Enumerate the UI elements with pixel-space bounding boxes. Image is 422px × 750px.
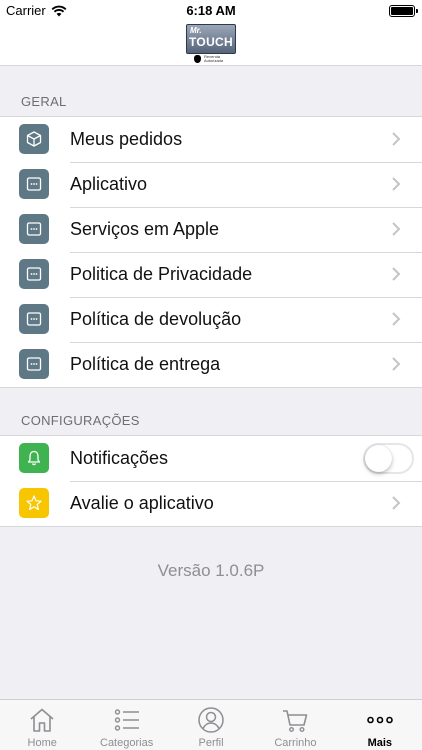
mr-touch-logo: Mr. TOUCH Revenda Autorizada	[186, 24, 236, 64]
menu-item-notificacoes: Notificações	[0, 436, 422, 481]
chevron-right-icon	[392, 132, 401, 146]
menu-item-label: Avalie o aplicativo	[70, 493, 214, 513]
logo-touch-text: TOUCH	[189, 35, 233, 49]
app-version: Versão 1.0.6P	[157, 561, 265, 580]
logo-caption: Revenda Autorizada	[204, 54, 224, 63]
tab-categorias[interactable]: Categorias	[84, 700, 168, 750]
menu-item-politica-devolucao[interactable]: Política de devolução	[0, 297, 422, 342]
tab-label: Carrinho	[274, 737, 317, 749]
tab-bar: Home Categorias Perfil Carrinho Mais	[0, 699, 422, 750]
list-icon	[114, 709, 139, 731]
menu-item-label: Política de devolução	[70, 309, 242, 329]
menu-item-politica-privacidade[interactable]: Politica de Privacidade	[0, 252, 422, 297]
menu-item-label: Politica de Privacidade	[70, 264, 253, 284]
menu-item-meus-pedidos[interactable]: Meus pedidos	[0, 117, 422, 162]
document-icon	[19, 169, 49, 199]
general-group: Meus pedidos Aplicativo Serviços em Appl…	[0, 116, 422, 388]
package-icon	[19, 124, 49, 154]
chevron-right-icon	[392, 357, 401, 371]
menu-item-aplicativo[interactable]: Aplicativo	[0, 162, 422, 207]
battery-icon	[389, 5, 418, 17]
tab-label: Home	[27, 737, 57, 749]
menu-item-servicos-apple[interactable]: Serviços em Apple	[0, 207, 422, 252]
home-icon	[30, 708, 54, 732]
menu-item-avalie-aplicativo[interactable]: Avalie o aplicativo	[0, 481, 422, 526]
clock: 6:18 AM	[186, 3, 236, 18]
tab-home[interactable]: Home	[0, 700, 84, 750]
cart-icon	[283, 710, 308, 733]
chevron-right-icon	[392, 496, 401, 510]
tab-perfil[interactable]: Perfil	[169, 700, 253, 750]
menu-item-label: Aplicativo	[70, 174, 148, 194]
document-icon	[19, 349, 49, 379]
bell-icon	[19, 443, 49, 473]
tab-label: Mais	[367, 737, 393, 749]
chevron-right-icon	[392, 312, 401, 326]
user-icon	[198, 707, 224, 733]
notifications-toggle[interactable]	[363, 443, 414, 474]
chevron-right-icon	[392, 267, 401, 281]
tab-label: Perfil	[198, 737, 224, 749]
status-bar: Carrier 6:18 AM	[0, 0, 422, 22]
more-icon	[367, 716, 393, 724]
tab-mais[interactable]: Mais	[338, 700, 422, 750]
tab-label: Categorias	[100, 737, 154, 749]
menu-item-label: Meus pedidos	[70, 129, 183, 149]
section-header-configuracoes: CONFIGURAÇÕES	[21, 413, 140, 428]
star-icon	[19, 488, 49, 518]
navigation-bar: Mr. TOUCH Revenda Autorizada	[0, 22, 422, 66]
menu-item-label: Serviços em Apple	[70, 219, 220, 239]
menu-item-label: Notificações	[70, 448, 169, 468]
document-icon	[19, 259, 49, 289]
logo-mr-text: Mr.	[190, 26, 202, 35]
document-icon	[19, 214, 49, 244]
menu-item-label: Política de entrega	[70, 354, 221, 374]
chevron-right-icon	[392, 177, 401, 191]
apple-logo-icon	[194, 55, 201, 63]
menu-item-politica-entrega[interactable]: Política de entrega	[0, 342, 422, 387]
section-header-geral: GERAL	[21, 94, 67, 109]
chevron-right-icon	[392, 222, 401, 236]
settings-group: Notificações Avalie o aplicativo	[0, 435, 422, 527]
document-icon	[19, 304, 49, 334]
tab-carrinho[interactable]: Carrinho	[253, 700, 337, 750]
